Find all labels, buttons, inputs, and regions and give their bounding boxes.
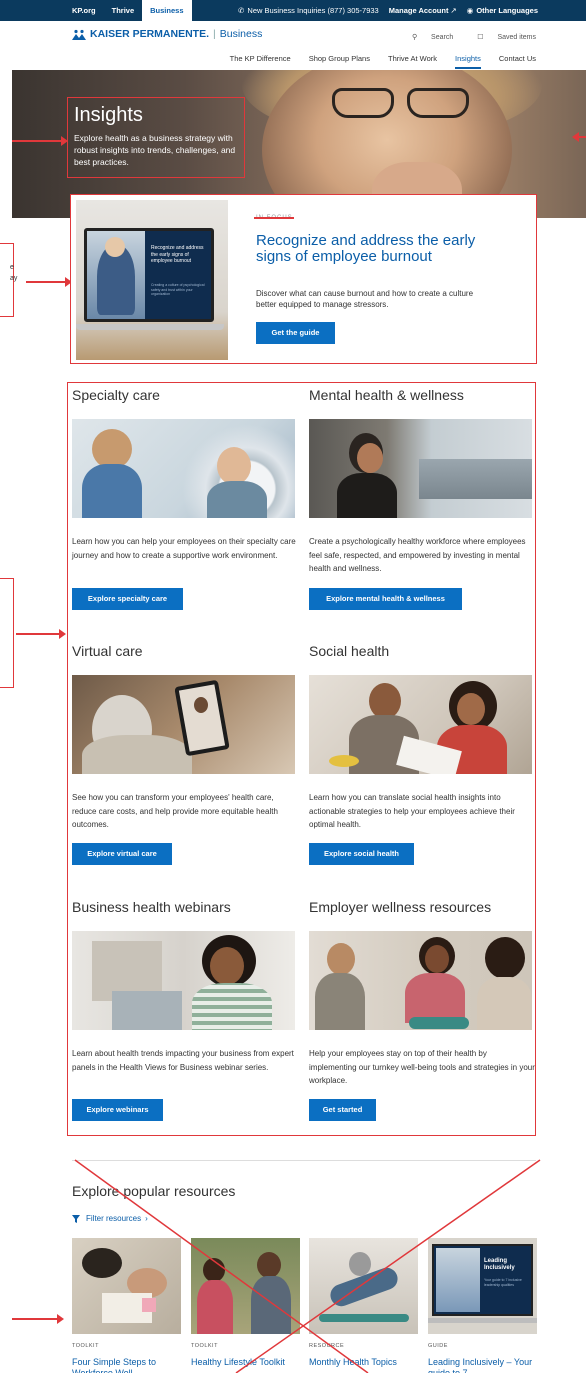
saved-items-link[interactable]: ☐ Saved items: [465, 33, 536, 41]
utility-link-thrive[interactable]: Thrive: [104, 0, 143, 21]
annotation-arrow-focus: [26, 277, 72, 287]
utility-link-kporg[interactable]: KP.org: [0, 0, 104, 21]
resources-title: Explore popular resources: [72, 1183, 236, 1199]
wellness-resources-image: [309, 931, 532, 1030]
kp-logo-icon: [72, 29, 86, 40]
utility-right: ✆ New Business Inquiries (877) 305-7933 …: [228, 6, 586, 15]
category-title-virtual-care[interactable]: Virtual care: [72, 643, 143, 659]
guide-image-sub: Your guide to 7 inclusive leadership qua…: [484, 1278, 522, 1287]
side-label-fragment-2: ay: [10, 275, 18, 282]
filter-resources-link[interactable]: Filter resources ›: [72, 1214, 148, 1223]
in-focus-description: Discover what can cause burnout and how …: [256, 289, 474, 309]
resource-tag-2: TOOLKIT: [191, 1343, 218, 1349]
explore-social-health-button[interactable]: Explore social health: [309, 843, 414, 865]
search-link[interactable]: ⚲ Search: [400, 33, 453, 41]
in-focus-card: Recognize and address the early signs of…: [70, 194, 537, 364]
explore-webinars-button[interactable]: Explore webinars: [72, 1099, 163, 1121]
nav-shop-group-plans[interactable]: Shop Group Plans: [309, 54, 370, 69]
category-desc-webinars: Learn about health trends impacting your…: [72, 1049, 294, 1072]
specialty-care-image: [72, 419, 295, 518]
laptop-subtext: Creating a culture of psychological safe…: [151, 283, 205, 296]
get-started-button[interactable]: Get started: [309, 1099, 376, 1121]
resource-card-image-1[interactable]: [72, 1238, 181, 1334]
hero-description: Explore health as a business strategy wi…: [74, 133, 236, 167]
webinars-image: [72, 931, 295, 1030]
explore-specialty-care-button[interactable]: Explore specialty care: [72, 588, 183, 610]
resource-title-4[interactable]: Leading Inclusively – Your guide to 7...: [428, 1357, 538, 1373]
resource-tag-4: GUIDE: [428, 1343, 448, 1349]
resource-title-1[interactable]: Four Simple Steps to Workforce Well...: [72, 1357, 182, 1373]
annotation-arrow-hero: [12, 136, 68, 146]
nav-insights[interactable]: Insights: [455, 54, 481, 69]
annotation-bracket-grid: [0, 578, 14, 688]
utility-link-business[interactable]: Business: [142, 0, 192, 21]
category-title-mental-health[interactable]: Mental health & wellness: [309, 387, 464, 403]
annotation-arrow-hero-right: [572, 132, 586, 142]
section-divider: [72, 1160, 536, 1161]
utility-bar: KP.org Thrive Business ✆ New Business In…: [0, 0, 586, 21]
manage-account-link[interactable]: Manage Account: [389, 6, 449, 15]
category-desc-wellness-resources: Help your employees stay on top of their…: [309, 1049, 535, 1085]
main-nav: The KP Difference Shop Group Plans Thriv…: [212, 54, 536, 69]
explore-virtual-care-button[interactable]: Explore virtual care: [72, 843, 172, 865]
explore-mental-health-button[interactable]: Explore mental health & wellness: [309, 588, 462, 610]
filter-label: Filter resources: [86, 1214, 142, 1223]
laptop-heading: Recognize and address the early signs of…: [151, 245, 204, 264]
nav-kp-difference[interactable]: The KP Difference: [230, 54, 291, 69]
category-desc-social-health: Learn how you can translate social healt…: [309, 793, 515, 829]
search-icon: ⚲: [411, 34, 418, 41]
guide-image-title: Leading Inclusively: [484, 1258, 515, 1271]
get-the-guide-button[interactable]: Get the guide: [256, 322, 335, 344]
brand-sub: Business: [219, 28, 263, 40]
external-link-icon: ↗: [450, 6, 457, 15]
burnout-guide-image: Recognize and address the early signs of…: [76, 200, 228, 360]
resource-title-3[interactable]: Monthly Health Topics: [309, 1357, 419, 1368]
brand-logo[interactable]: KAISER PERMANENTE. | Business: [72, 28, 262, 40]
category-title-social-health[interactable]: Social health: [309, 643, 389, 659]
resource-card-image-4[interactable]: Leading Inclusively Your guide to 7 incl…: [428, 1238, 537, 1334]
in-focus-title[interactable]: Recognize and address the early signs of…: [256, 233, 486, 265]
resource-card-image-3[interactable]: [309, 1238, 418, 1334]
hero-text-box: Insights Explore health as a business st…: [67, 97, 245, 178]
hero-title: Insights: [74, 104, 143, 126]
other-languages-link[interactable]: Other Languages: [476, 6, 538, 15]
category-desc-specialty-care: Learn how you can help your employees on…: [72, 537, 296, 560]
resource-title-2[interactable]: Healthy Lifestyle Toolkit: [191, 1357, 301, 1368]
chevron-right-icon: ›: [145, 1214, 148, 1223]
side-label-fragment-1: e: [10, 264, 14, 271]
category-desc-mental-health: Create a psychologically healthy workfor…: [309, 537, 526, 573]
resource-card-image-2[interactable]: [191, 1238, 300, 1334]
social-health-image: [309, 675, 532, 774]
globe-icon: ◉: [466, 6, 474, 15]
nav-thrive-at-work[interactable]: Thrive At Work: [388, 54, 437, 69]
inquiries-link[interactable]: New Business Inquiries (877) 305-7933: [247, 6, 378, 15]
category-title-specialty-care[interactable]: Specialty care: [72, 387, 160, 403]
resource-tag-3: RESOURCE: [309, 1343, 345, 1349]
resource-tag-1: TOOLKIT: [72, 1343, 99, 1349]
brand-name: KAISER PERMANENTE.: [90, 28, 210, 40]
annotation-arrow-grid: [16, 629, 66, 639]
virtual-care-image: [72, 675, 295, 774]
phone-icon: ✆: [238, 6, 245, 15]
category-title-webinars[interactable]: Business health webinars: [72, 899, 231, 915]
annotation-strike: [254, 217, 294, 219]
saved-label: Saved items: [497, 34, 536, 41]
filter-icon: [72, 1214, 80, 1223]
annotation-arrow-resources: [12, 1314, 64, 1324]
category-title-wellness-resources[interactable]: Employer wellness resources: [309, 899, 491, 915]
header-tools: ⚲ Search ☐ Saved items: [388, 33, 536, 41]
nav-contact-us[interactable]: Contact Us: [499, 54, 536, 69]
mental-health-image: [309, 419, 532, 518]
search-label: Search: [431, 34, 454, 41]
category-desc-virtual-care: See how you can transform your employees…: [72, 793, 278, 829]
bookmark-icon: ☐: [477, 34, 484, 41]
